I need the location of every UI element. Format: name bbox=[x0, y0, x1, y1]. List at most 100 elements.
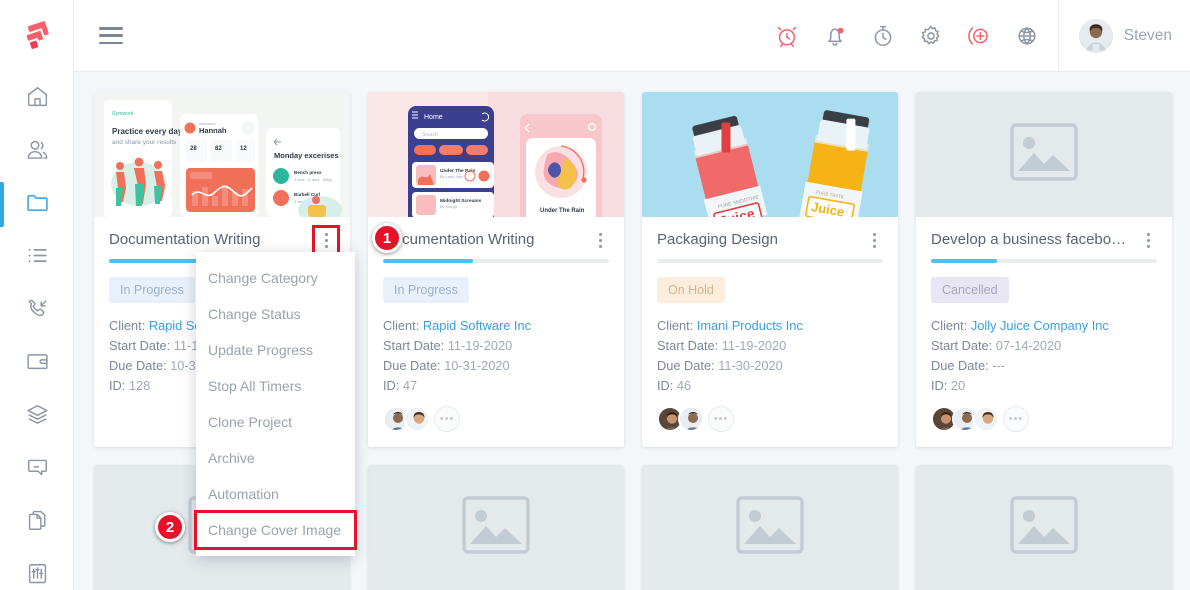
svg-text:Under The Rain: Under The Rain bbox=[540, 208, 585, 214]
card-cover-image[interactable] bbox=[916, 92, 1172, 217]
sidebar-item-clients[interactable] bbox=[0, 125, 74, 178]
menu-item-automation[interactable]: Automation bbox=[196, 476, 355, 512]
card-cover-image[interactable] bbox=[642, 465, 898, 590]
card-assignee-avatars: ••• bbox=[383, 406, 609, 432]
status-badge: Cancelled bbox=[931, 277, 1009, 303]
card-body: Packaging Design On Hold Client: Imani P… bbox=[642, 217, 898, 447]
globe-language-icon[interactable] bbox=[1014, 23, 1040, 49]
project-card[interactable] bbox=[916, 465, 1172, 590]
client-link[interactable]: Jolly Juice Company Inc bbox=[971, 318, 1109, 333]
menu-item-clone-project[interactable]: Clone Project bbox=[196, 404, 355, 440]
sidebar-item-projects[interactable] bbox=[0, 178, 74, 231]
card-cover-image[interactable] bbox=[368, 465, 624, 590]
start-date-label: Start Date: bbox=[657, 338, 718, 353]
id-value: 128 bbox=[129, 378, 150, 393]
id-value: 46 bbox=[677, 378, 691, 393]
project-card[interactable]: PURE SMOOTHIE Juice PURE TASTE bbox=[642, 92, 898, 447]
alarm-clock-icon[interactable] bbox=[774, 23, 800, 49]
avatar[interactable] bbox=[678, 406, 704, 432]
menu-item-change-status[interactable]: Change Status bbox=[196, 296, 355, 332]
project-card[interactable] bbox=[368, 465, 624, 590]
id-label: ID: bbox=[383, 378, 399, 393]
status-badge: On Hold bbox=[657, 277, 725, 303]
start-date-value: 11-19-2020 bbox=[722, 338, 787, 353]
meta-id-row: ID: 47 bbox=[383, 376, 609, 396]
due-date-label: Due Date: bbox=[657, 358, 715, 373]
svg-text:Hannah: Hannah bbox=[199, 126, 227, 135]
avatar[interactable] bbox=[404, 406, 430, 432]
settings-gear-icon[interactable] bbox=[918, 23, 944, 49]
start-date-value: 11-19-2020 bbox=[448, 338, 513, 353]
svg-text:and share your results: and share your results bbox=[112, 139, 177, 146]
meta-client-row: Client: Imani Products Inc bbox=[657, 316, 883, 336]
hamburger-menu-icon[interactable] bbox=[99, 27, 123, 44]
layers-icon bbox=[25, 402, 50, 432]
card-assignee-avatars: ••• bbox=[931, 406, 1157, 432]
due-date-value: 11-30-2020 bbox=[718, 358, 783, 373]
avatar[interactable] bbox=[973, 406, 999, 432]
menu-item-change-category[interactable]: Change Category bbox=[196, 260, 355, 296]
app-logo[interactable] bbox=[0, 0, 74, 72]
sidebar-toggle-button[interactable] bbox=[74, 0, 148, 72]
card-title: Packaging Design bbox=[657, 230, 778, 250]
meta-start-row: Start Date: 11-19-2020 bbox=[657, 336, 883, 356]
tasks-list-icon bbox=[25, 243, 50, 273]
sidebar-item-tasks[interactable] bbox=[0, 231, 74, 284]
client-link[interactable]: Rapid Software Inc bbox=[423, 318, 531, 333]
card-title: Documentation Writing bbox=[109, 230, 260, 250]
more-assignees-button[interactable]: ••• bbox=[434, 406, 460, 432]
sidebar-item-layers[interactable] bbox=[0, 390, 74, 443]
svg-text:Gymwork: Gymwork bbox=[112, 111, 134, 117]
start-date-label: Start Date: bbox=[383, 338, 444, 353]
id-label: ID: bbox=[657, 378, 673, 393]
due-date-label: Due Date: bbox=[931, 358, 989, 373]
notification-bell-icon[interactable] bbox=[822, 23, 848, 49]
svg-text:Monday excerises: Monday excerises bbox=[274, 151, 339, 160]
due-date-value: 10-31-2020 bbox=[444, 358, 509, 373]
svg-text:82: 82 bbox=[215, 146, 222, 152]
menu-item-change-cover-image[interactable]: Change Cover Image bbox=[196, 512, 355, 548]
sidebar-item-calls[interactable] bbox=[0, 284, 74, 337]
user-profile-menu[interactable]: Steven bbox=[1058, 0, 1190, 72]
home-icon bbox=[25, 84, 50, 114]
card-title: Develop a business facebook… bbox=[931, 230, 1127, 250]
due-date-label: Due Date: bbox=[109, 358, 167, 373]
sidebar-item-finance[interactable] bbox=[0, 337, 74, 390]
more-assignees-button[interactable]: ••• bbox=[1003, 406, 1029, 432]
menu-item-stop-all-timers[interactable]: Stop All Timers bbox=[196, 368, 355, 404]
menu-item-update-progress[interactable]: Update Progress bbox=[196, 332, 355, 368]
more-assignees-button[interactable]: ••• bbox=[708, 406, 734, 432]
card-kebab-menu-button[interactable] bbox=[317, 230, 335, 250]
project-card[interactable]: Develop a business facebook… Cancelled C… bbox=[916, 92, 1172, 447]
add-circle-icon[interactable] bbox=[966, 23, 992, 49]
card-kebab-menu-button[interactable] bbox=[591, 230, 609, 250]
svg-text:Practice every day: Practice every day bbox=[112, 127, 183, 136]
sidebar-item-settings[interactable] bbox=[0, 549, 74, 590]
sidebar-item-documents[interactable] bbox=[0, 496, 74, 549]
menu-item-archive[interactable]: Archive bbox=[196, 440, 355, 476]
sidebar-item-home[interactable] bbox=[0, 72, 74, 125]
project-card[interactable] bbox=[642, 465, 898, 590]
svg-text:By Grego: By Grego bbox=[440, 204, 458, 209]
meta-due-row: Due Date: 10-31-2020 bbox=[383, 356, 609, 376]
app-root: Steven bbox=[0, 0, 1190, 590]
calls-phone-icon bbox=[25, 296, 50, 326]
card-kebab-menu-button[interactable] bbox=[865, 230, 883, 250]
card-cover-image[interactable]: Home Search Under The Rain By Leah Vale bbox=[368, 92, 624, 217]
card-cover-image[interactable]: Gymwork Practice every day and share you… bbox=[94, 92, 350, 217]
image-placeholder-icon bbox=[1010, 123, 1078, 186]
stopwatch-timer-icon[interactable] bbox=[870, 23, 896, 49]
project-card[interactable]: Home Search Under The Rain By Leah Vale bbox=[368, 92, 624, 447]
id-label: ID: bbox=[109, 378, 125, 393]
client-link[interactable]: Imani Products Inc bbox=[697, 318, 803, 333]
documents-icon bbox=[25, 508, 50, 538]
card-kebab-menu-button[interactable] bbox=[1139, 230, 1157, 250]
card-cover-image[interactable]: PURE SMOOTHIE Juice PURE TASTE bbox=[642, 92, 898, 217]
meta-start-row: Start Date: 07-14-2020 bbox=[931, 336, 1157, 356]
sidebar-item-messages[interactable] bbox=[0, 443, 74, 496]
meta-due-row: Due Date: 11-30-2020 bbox=[657, 356, 883, 376]
card-header-row: Develop a business facebook… bbox=[931, 230, 1157, 250]
card-cover-image[interactable] bbox=[916, 465, 1172, 590]
id-value: 47 bbox=[403, 378, 417, 393]
image-placeholder-icon bbox=[1010, 496, 1078, 559]
